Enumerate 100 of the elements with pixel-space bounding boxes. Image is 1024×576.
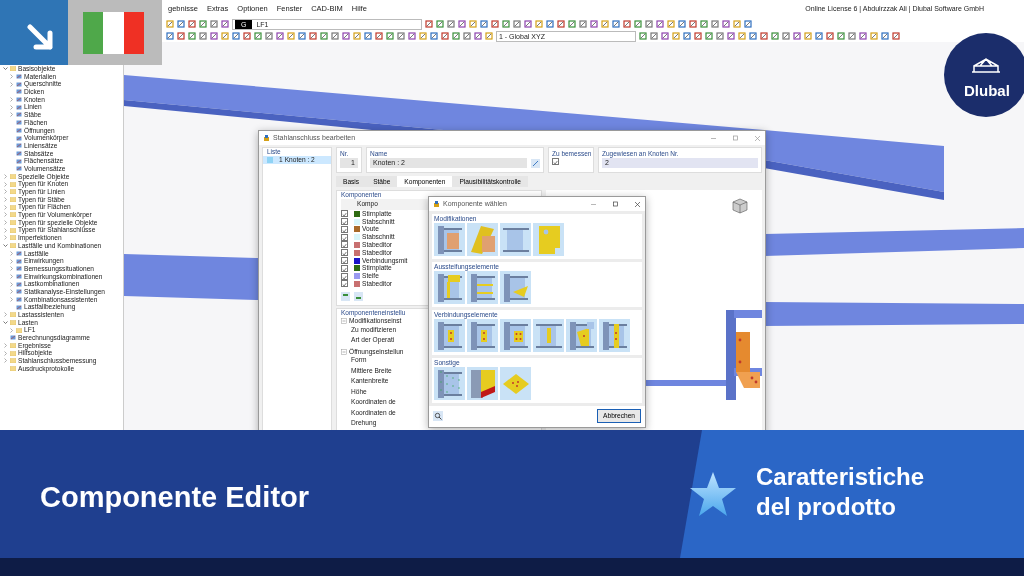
toolbar-icon[interactable] xyxy=(678,20,686,28)
toolbar-icon[interactable] xyxy=(375,32,383,40)
component-tile[interactable] xyxy=(500,319,531,352)
toolbar-icon[interactable] xyxy=(513,20,521,28)
toolbar-icon[interactable] xyxy=(689,20,697,28)
expand-toggle[interactable] xyxy=(9,97,14,103)
toolbar-icon[interactable] xyxy=(463,32,471,40)
toolbar-icon[interactable] xyxy=(353,32,361,40)
remove-icon[interactable] xyxy=(354,291,363,301)
toolbar-icon[interactable] xyxy=(458,20,466,28)
toolbar-icon[interactable] xyxy=(166,32,174,40)
component-tile[interactable] xyxy=(434,319,465,352)
component-tile[interactable] xyxy=(434,271,465,304)
toolbar-icon[interactable] xyxy=(364,32,372,40)
component-tile[interactable] xyxy=(434,367,465,400)
toolbar-icon[interactable] xyxy=(210,32,218,40)
toolbar-icon[interactable] xyxy=(452,32,460,40)
toolbar-icon[interactable] xyxy=(656,20,664,28)
toolbar-icon[interactable] xyxy=(210,20,218,28)
checkbox[interactable] xyxy=(341,210,348,218)
toolbar-icon[interactable] xyxy=(705,32,713,40)
expand-toggle[interactable] xyxy=(9,289,14,295)
toolbar-icon[interactable] xyxy=(601,20,609,28)
expand-toggle[interactable] xyxy=(341,317,347,324)
toolbar-icon[interactable] xyxy=(837,32,845,40)
toolbar-icon[interactable] xyxy=(276,32,284,40)
toolbar-icon[interactable] xyxy=(738,32,746,40)
toolbar-icon[interactable] xyxy=(480,20,488,28)
toolbar-icon[interactable] xyxy=(579,20,587,28)
toolbar-icon[interactable] xyxy=(342,32,350,40)
toolbar-icon[interactable] xyxy=(793,32,801,40)
toolbar-icon[interactable] xyxy=(430,32,438,40)
toolbar-icon[interactable] xyxy=(287,32,295,40)
expand-toggle[interactable] xyxy=(3,66,8,72)
expand-toggle[interactable] xyxy=(9,266,14,272)
expand-toggle[interactable] xyxy=(3,212,8,218)
view-cube-icon[interactable] xyxy=(732,198,748,215)
checkbox[interactable] xyxy=(341,264,348,272)
component-tile[interactable] xyxy=(467,319,498,352)
expand-toggle[interactable] xyxy=(3,243,8,249)
expand-toggle[interactable] xyxy=(3,197,8,203)
expand-toggle[interactable] xyxy=(3,173,8,179)
toolbar-icon[interactable] xyxy=(485,32,493,40)
expand-toggle[interactable] xyxy=(3,312,8,318)
toolbar-icon[interactable] xyxy=(568,20,576,28)
toolbar-icon[interactable] xyxy=(623,20,631,28)
toolbar-icon[interactable] xyxy=(386,32,394,40)
checkbox[interactable] xyxy=(341,272,348,280)
toolbar-icon[interactable] xyxy=(782,32,790,40)
expand-toggle[interactable] xyxy=(9,327,14,333)
checkbox[interactable] xyxy=(341,233,348,241)
toolbar-icon[interactable] xyxy=(469,20,477,28)
component-tile[interactable] xyxy=(467,367,498,400)
toolbar-icon[interactable] xyxy=(408,32,416,40)
toolbar-icon[interactable] xyxy=(535,20,543,28)
expand-toggle[interactable] xyxy=(9,281,14,287)
toolbar-icon[interactable] xyxy=(397,32,405,40)
toolbar-icon[interactable] xyxy=(491,20,499,28)
toolbar-icon[interactable] xyxy=(557,20,565,28)
toolbar-icon[interactable] xyxy=(733,20,741,28)
toolbar-icon[interactable] xyxy=(243,32,251,40)
checkbox[interactable] xyxy=(341,241,348,249)
toolbar-icon[interactable] xyxy=(771,32,779,40)
component-tile[interactable] xyxy=(500,367,531,400)
checkbox[interactable] xyxy=(341,249,348,257)
expand-toggle[interactable] xyxy=(9,258,14,264)
toolbar-icon[interactable] xyxy=(881,32,889,40)
toolbar-icon[interactable] xyxy=(694,32,702,40)
toolbar-icon[interactable] xyxy=(749,32,757,40)
toolbar-icon[interactable] xyxy=(199,20,207,28)
toolbar-icon[interactable] xyxy=(859,32,867,40)
toolbar-icon[interactable] xyxy=(502,20,510,28)
toolbar-icon[interactable] xyxy=(309,32,317,40)
toolbar-icon[interactable] xyxy=(419,32,427,40)
expand-toggle[interactable] xyxy=(3,350,8,356)
toolbar-icon[interactable] xyxy=(166,20,174,28)
toolbar-icon[interactable] xyxy=(177,32,185,40)
toolbar-icon[interactable] xyxy=(221,20,229,28)
component-tile[interactable] xyxy=(500,223,531,256)
toolbar-icon[interactable] xyxy=(650,32,658,40)
maximize-icon[interactable] xyxy=(732,134,739,142)
toolbar-icon[interactable] xyxy=(546,20,554,28)
component-tile[interactable] xyxy=(533,223,564,256)
toolbar-icon[interactable] xyxy=(265,32,273,40)
toolbar-icon[interactable] xyxy=(590,20,598,28)
toolbar-icon[interactable] xyxy=(436,20,444,28)
toolbar-icon[interactable] xyxy=(188,32,196,40)
toolbar-icon[interactable] xyxy=(639,32,647,40)
expand-toggle[interactable] xyxy=(9,250,14,256)
expand-toggle[interactable] xyxy=(3,189,8,195)
checkbox[interactable] xyxy=(341,257,348,265)
checkbox[interactable] xyxy=(341,225,348,233)
component-tile[interactable] xyxy=(434,223,465,256)
toolbar-icon[interactable] xyxy=(474,32,482,40)
toolbar-icon[interactable] xyxy=(672,32,680,40)
component-tile[interactable] xyxy=(566,319,597,352)
expand-toggle[interactable] xyxy=(9,296,14,302)
component-tile[interactable] xyxy=(467,271,498,304)
toolbar-icon[interactable] xyxy=(683,32,691,40)
expand-toggle[interactable] xyxy=(9,273,14,279)
